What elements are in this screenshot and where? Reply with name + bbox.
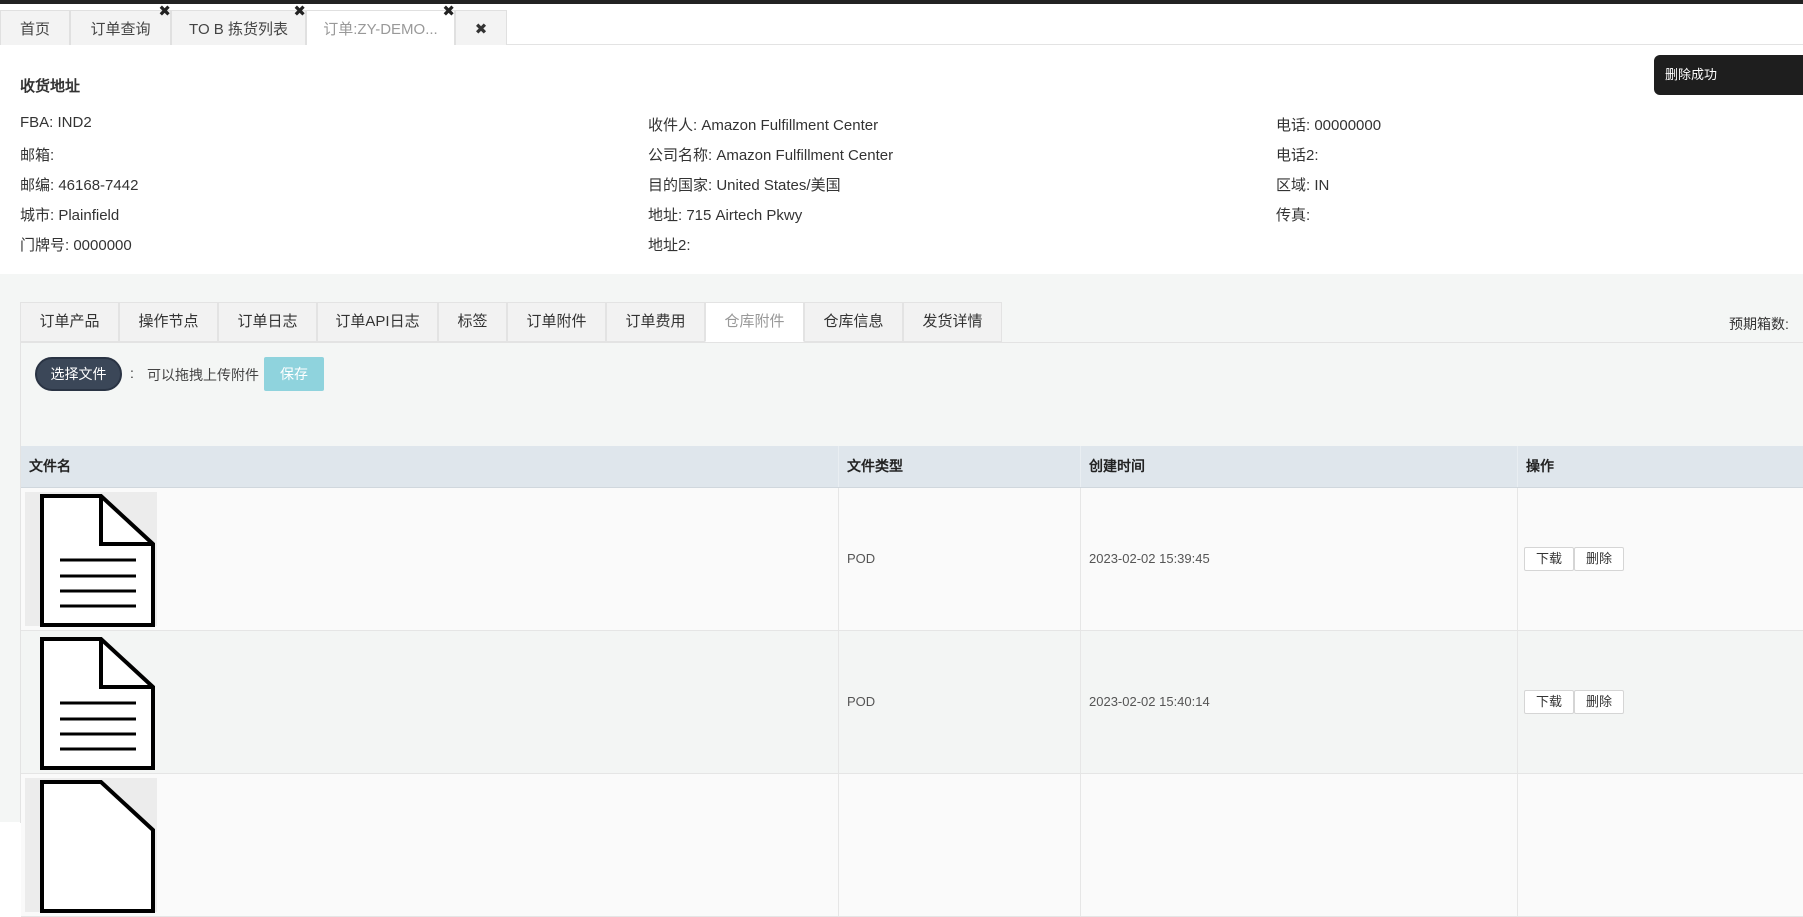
close-icon[interactable]: ✖ bbox=[158, 2, 171, 22]
tab-order-attachments[interactable]: 订单附件 bbox=[507, 302, 606, 342]
section-title: 收货地址 bbox=[20, 78, 81, 95]
table-row: POD 2023-02-02 15:40:14 下载 删除 bbox=[21, 631, 1803, 774]
field-destination-country: 目的国家: United States/美国 bbox=[648, 177, 841, 194]
tab-order-log[interactable]: 订单日志 bbox=[218, 302, 317, 342]
tab-order-products[interactable]: 订单产品 bbox=[20, 302, 119, 342]
actions-cell: 下载 删除 bbox=[1518, 631, 1803, 773]
field-fba: FBA: IND2 bbox=[20, 114, 92, 131]
field-address: 地址: 715 Airtech Pkwy bbox=[648, 207, 803, 224]
document-icon bbox=[40, 637, 155, 770]
close-icon[interactable]: ✖ bbox=[442, 2, 455, 22]
close-icon[interactable]: ✖ bbox=[293, 2, 306, 22]
column-header-actions: 操作 bbox=[1518, 446, 1803, 487]
tab-order-fees[interactable]: 订单费用 bbox=[606, 302, 705, 342]
download-button[interactable]: 下载 bbox=[1524, 547, 1574, 571]
field-company: 公司名称: Amazon Fulfillment Center bbox=[648, 147, 894, 164]
table-row: POD 2023-02-02 15:39:45 下载 删除 bbox=[21, 488, 1803, 631]
field-phone2: 电话2: bbox=[1276, 147, 1319, 164]
actions-cell bbox=[1518, 774, 1803, 916]
download-button[interactable]: 下载 bbox=[1524, 690, 1574, 714]
table-row bbox=[21, 774, 1803, 917]
tab-shipping-details[interactable]: 发货详情 bbox=[903, 302, 1002, 342]
choose-file-button[interactable]: 选择文件 bbox=[35, 357, 122, 391]
field-city: 城市: Plainfield bbox=[20, 207, 120, 224]
filename-cell bbox=[21, 774, 839, 916]
field-region: 区域: IN bbox=[1276, 177, 1330, 194]
column-header-filename: 文件名 bbox=[21, 446, 839, 487]
tab-warehouse-attachments[interactable]: 仓库附件 bbox=[705, 302, 804, 342]
drag-upload-hint: 可以拖拽上传附件 bbox=[147, 367, 259, 383]
tab-labels[interactable]: 标签 bbox=[438, 302, 507, 342]
tab-order-query[interactable]: 订单查询 ✖ bbox=[70, 3, 171, 48]
file-thumbnail[interactable] bbox=[25, 635, 157, 770]
filename-cell bbox=[21, 488, 839, 630]
actions-cell: 下载 删除 bbox=[1518, 488, 1803, 630]
save-button[interactable]: 保存 bbox=[264, 357, 324, 391]
column-header-file-type: 文件类型 bbox=[839, 446, 1081, 487]
tab-order-detail[interactable]: 订单:ZY-DEMO... ✖ bbox=[306, 3, 455, 50]
tab-operation-nodes[interactable]: 操作节点 bbox=[119, 302, 218, 342]
file-type-cell bbox=[839, 774, 1081, 916]
tab-warehouse-info[interactable]: 仓库信息 bbox=[804, 302, 903, 342]
file-type-cell: POD bbox=[839, 488, 1081, 630]
tab-label: 订单:ZY-DEMO... bbox=[323, 21, 438, 38]
field-postcode: 邮编: 46168-7442 bbox=[20, 177, 139, 194]
separator: : bbox=[130, 365, 134, 381]
tab-label: 订单查询 bbox=[90, 21, 151, 38]
delete-button[interactable]: 删除 bbox=[1574, 547, 1624, 571]
tab-home[interactable]: 首页 bbox=[0, 10, 70, 48]
field-address2: 地址2: bbox=[648, 237, 691, 254]
tab-label: TO B 拣货列表 bbox=[189, 21, 288, 38]
warehouse-attachments-panel: 选择文件 : 可以拖拽上传附件 保存 文件名 文件类型 创建时间 操作 POD … bbox=[20, 342, 1803, 917]
order-detail-panel: 订单产品 操作节点 订单日志 订单API日志 标签 订单附件 订单费用 仓库附件… bbox=[0, 274, 1803, 917]
field-email: 邮箱: bbox=[20, 147, 55, 164]
close-all-tabs-button[interactable]: ✖ bbox=[455, 10, 507, 48]
filename-cell bbox=[21, 631, 839, 773]
tab-label: 首页 bbox=[19, 21, 50, 38]
file-thumbnail[interactable] bbox=[25, 778, 157, 913]
tab-order-api-log[interactable]: 订单API日志 bbox=[317, 302, 438, 342]
delete-button[interactable]: 删除 bbox=[1574, 690, 1624, 714]
field-phone: 电话: 00000000 bbox=[1276, 117, 1382, 134]
created-time-cell: 2023-02-02 15:39:45 bbox=[1081, 488, 1518, 630]
document-icon bbox=[40, 780, 155, 913]
toast-notification: 删除成功 bbox=[1654, 55, 1803, 95]
file-type-cell: POD bbox=[839, 631, 1081, 773]
column-header-created-time: 创建时间 bbox=[1081, 446, 1518, 487]
field-fax: 传真: bbox=[1276, 207, 1311, 224]
field-recipient: 收件人: Amazon Fulfillment Center bbox=[648, 117, 879, 134]
created-time-cell: 2023-02-02 15:40:14 bbox=[1081, 631, 1518, 773]
expected-boxes-label: 预期箱数: bbox=[1729, 316, 1789, 332]
page-tab-bar: 首页 订单查询 ✖ TO B 拣货列表 ✖ 订单:ZY-DEMO... ✖ ✖ bbox=[0, 3, 1803, 50]
file-thumbnail[interactable] bbox=[25, 492, 157, 627]
shipping-address-section: 收货地址 FBA: IND2 邮箱: 邮编: 46168-7442 城市: Pl… bbox=[0, 45, 1803, 274]
field-house-number: 门牌号: 0000000 bbox=[20, 237, 132, 254]
close-icon: ✖ bbox=[474, 21, 488, 38]
tab-tob-picking-list[interactable]: TO B 拣货列表 ✖ bbox=[171, 3, 306, 48]
created-time-cell bbox=[1081, 774, 1518, 916]
table-header: 文件名 文件类型 创建时间 操作 bbox=[21, 446, 1803, 488]
document-icon bbox=[40, 494, 155, 627]
